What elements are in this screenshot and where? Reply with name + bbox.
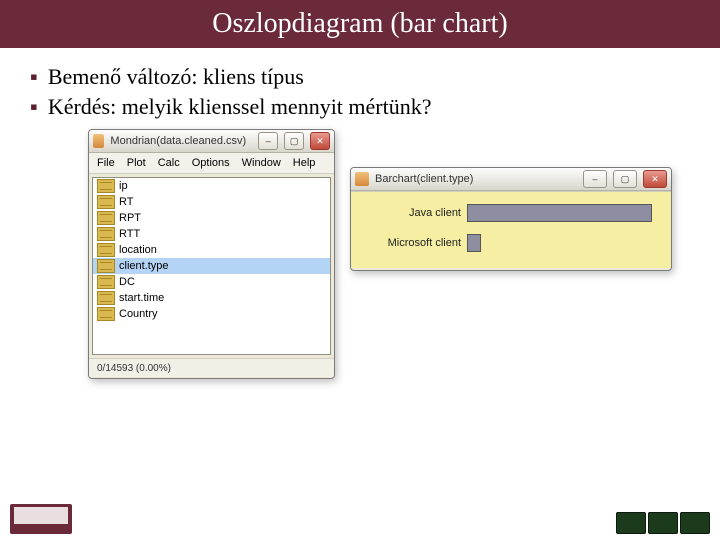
variable-row[interactable]: start.time xyxy=(93,290,330,306)
bullet-marker-icon: ▪ xyxy=(30,62,38,92)
badge-icon xyxy=(648,512,678,534)
close-button[interactable]: ✕ xyxy=(643,170,667,188)
university-logo xyxy=(10,504,72,534)
variable-row[interactable]: Country xyxy=(93,306,330,322)
window-titlebar[interactable]: Barchart(client.type) – ▢ ✕ xyxy=(351,168,671,191)
java-icon xyxy=(93,134,104,148)
menu-plot[interactable]: Plot xyxy=(127,157,146,169)
mondrian-window[interactable]: Mondrian(data.cleaned.csv) – ▢ ✕ File Pl… xyxy=(88,129,335,379)
bar-label: Java client xyxy=(351,207,467,219)
variable-icon xyxy=(97,259,115,273)
variable-icon xyxy=(97,179,115,193)
variable-name: ip xyxy=(119,180,128,192)
variable-row[interactable]: RPT xyxy=(93,210,330,226)
variable-name: DC xyxy=(119,276,135,288)
variable-icon xyxy=(97,307,115,321)
variable-list[interactable]: ip RT RPT RTT location client.type DC st… xyxy=(92,177,331,355)
variable-name: RT xyxy=(119,196,133,208)
bar[interactable] xyxy=(467,204,652,222)
variable-row[interactable]: ip xyxy=(93,178,330,194)
slide-title-band: Oszlopdiagram (bar chart) xyxy=(0,0,720,48)
variable-row-selected[interactable]: client.type xyxy=(93,258,330,274)
menu-options[interactable]: Options xyxy=(192,157,230,169)
variable-icon xyxy=(97,275,115,289)
bullet-list: ▪ Bemenő változó: kliens típus ▪ Kérdés:… xyxy=(0,48,720,129)
bar[interactable] xyxy=(467,234,481,252)
java-icon xyxy=(355,172,369,186)
variable-name: RPT xyxy=(119,212,141,224)
variable-icon xyxy=(97,227,115,241)
variable-name: start.time xyxy=(119,292,164,304)
barchart-window[interactable]: Barchart(client.type) – ▢ ✕ Java client … xyxy=(350,167,672,271)
badge-icon xyxy=(616,512,646,534)
menu-file[interactable]: File xyxy=(97,157,115,169)
variable-icon xyxy=(97,195,115,209)
barchart-canvas[interactable]: Java client Microsoft client xyxy=(351,191,671,268)
bullet-item: ▪ Bemenő változó: kliens típus xyxy=(30,62,702,92)
variable-icon xyxy=(97,211,115,225)
variable-name: Country xyxy=(119,308,158,320)
badge-icon xyxy=(680,512,710,534)
status-bar: 0/14593 (0.00%) xyxy=(89,358,334,377)
maximize-button[interactable]: ▢ xyxy=(613,170,637,188)
window-title-text: Mondrian(data.cleaned.csv) xyxy=(110,135,246,147)
menu-calc[interactable]: Calc xyxy=(158,157,180,169)
window-titlebar[interactable]: Mondrian(data.cleaned.csv) – ▢ ✕ xyxy=(89,130,334,153)
variable-icon xyxy=(97,291,115,305)
bullet-marker-icon: ▪ xyxy=(30,92,38,122)
bullet-text: Kérdés: melyik klienssel mennyit mértünk… xyxy=(48,92,432,122)
workspace: Mondrian(data.cleaned.csv) – ▢ ✕ File Pl… xyxy=(0,129,720,429)
close-button[interactable]: ✕ xyxy=(310,132,330,150)
variable-name: RTT xyxy=(119,228,140,240)
variable-icon xyxy=(97,243,115,257)
bar-label: Microsoft client xyxy=(351,237,467,249)
slide-title: Oszlopdiagram (bar chart) xyxy=(212,8,507,40)
menu-bar: File Plot Calc Options Window Help xyxy=(89,153,334,174)
bullet-item: ▪ Kérdés: melyik klienssel mennyit mértü… xyxy=(30,92,702,122)
variable-row[interactable]: RTT xyxy=(93,226,330,242)
variable-row[interactable]: RT xyxy=(93,194,330,210)
bar-row: Microsoft client xyxy=(351,232,663,254)
minimize-button[interactable]: – xyxy=(583,170,607,188)
menu-help[interactable]: Help xyxy=(293,157,316,169)
variable-row[interactable]: DC xyxy=(93,274,330,290)
footer-badges xyxy=(616,512,710,534)
variable-name: location xyxy=(119,244,157,256)
menu-window[interactable]: Window xyxy=(242,157,281,169)
window-title-text: Barchart(client.type) xyxy=(375,173,473,185)
minimize-button[interactable]: – xyxy=(258,132,278,150)
status-text: 0/14593 (0.00%) xyxy=(97,363,171,374)
bar-row: Java client xyxy=(351,202,663,224)
variable-row[interactable]: location xyxy=(93,242,330,258)
variable-name: client.type xyxy=(119,260,169,272)
maximize-button[interactable]: ▢ xyxy=(284,132,304,150)
bullet-text: Bemenő változó: kliens típus xyxy=(48,62,304,92)
